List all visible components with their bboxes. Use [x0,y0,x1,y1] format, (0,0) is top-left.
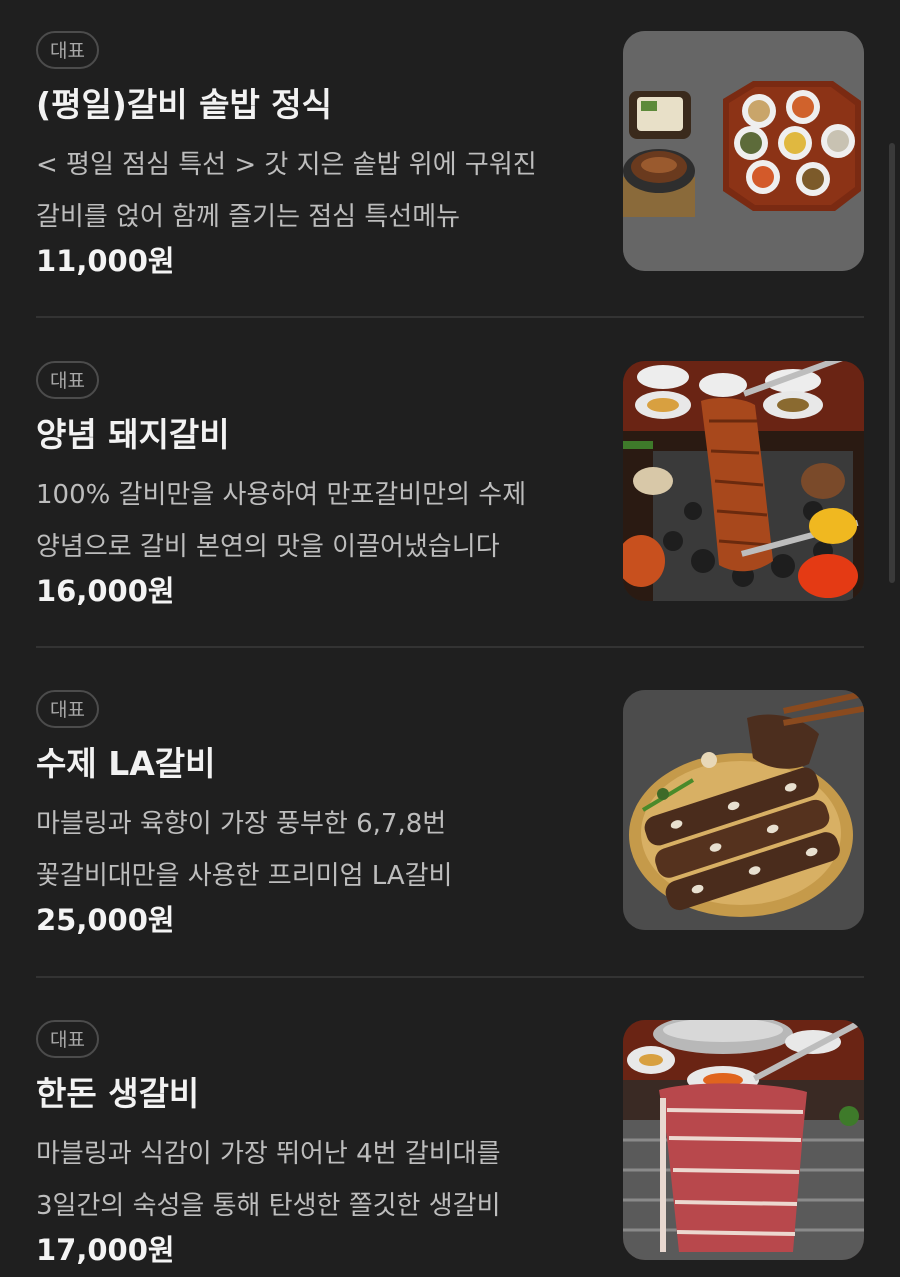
menu-item-title: (평일)갈비 솥밥 정식 [36,85,333,124]
menu-item-description: 마블링과 육향이 가장 풍부한 6,7,8번 꽃갈비대만을 사용한 프리미엄 L… [36,809,453,891]
menu-divider [36,976,864,978]
signature-badge: 대표 [36,1020,99,1058]
menu-item-photo-marinated-pork-galbi[interactable] [623,361,864,601]
menu-item-handon-fresh-galbi[interactable]: 대표 한돈 생갈비 마블링과 식감이 가장 뛰어난 4번 갈비대를 3일간의 숙… [36,1020,864,1277]
menu-item-marinated-pork-galbi[interactable]: 대표 양념 돼지갈비 100% 갈비만을 사용하여 만포갈비만의 수제 양념으로… [36,361,864,651]
scrollbar[interactable] [889,143,895,583]
menu-item-price: 17,000원 [36,1233,175,1267]
menu-item-price: 11,000원 [36,244,175,278]
signature-badge: 대표 [36,31,99,69]
menu-item-price: 25,000원 [36,903,175,937]
menu-item-title: 한돈 생갈비 [36,1074,200,1113]
menu-item-description: < 평일 점심 특선 > 갓 지은 솥밥 위에 구워진 갈비를 얹어 함께 즐기… [36,150,537,232]
menu-item-price: 16,000원 [36,574,175,608]
menu-item-galbi-sotbap-set[interactable]: 대표 (평일)갈비 솥밥 정식 < 평일 점심 특선 > 갓 지은 솥밥 위에 … [36,31,864,321]
menu-item-photo-handon-fresh-galbi[interactable] [623,1020,864,1260]
menu-list: 대표 (평일)갈비 솥밥 정식 < 평일 점심 특선 > 갓 지은 솥밥 위에 … [0,0,900,1277]
menu-item-title: 양념 돼지갈비 [36,415,230,454]
menu-item-photo-galbi-sotbap-set[interactable] [623,31,864,271]
menu-item-description: 100% 갈비만을 사용하여 만포갈비만의 수제 양념으로 갈비 본연의 맛을 … [36,480,527,562]
menu-divider [36,646,864,648]
menu-item-la-galbi[interactable]: 대표 수제 LA갈비 마블링과 육향이 가장 풍부한 6,7,8번 꽃갈비대만을… [36,690,864,980]
signature-badge: 대표 [36,361,99,399]
menu-item-description: 마블링과 식감이 가장 뛰어난 4번 갈비대를 3일간의 숙성을 통해 탄생한 … [36,1139,501,1221]
menu-divider [36,316,864,318]
signature-badge: 대표 [36,690,99,728]
menu-item-photo-la-galbi[interactable] [623,690,864,930]
menu-item-title: 수제 LA갈비 [36,744,216,783]
